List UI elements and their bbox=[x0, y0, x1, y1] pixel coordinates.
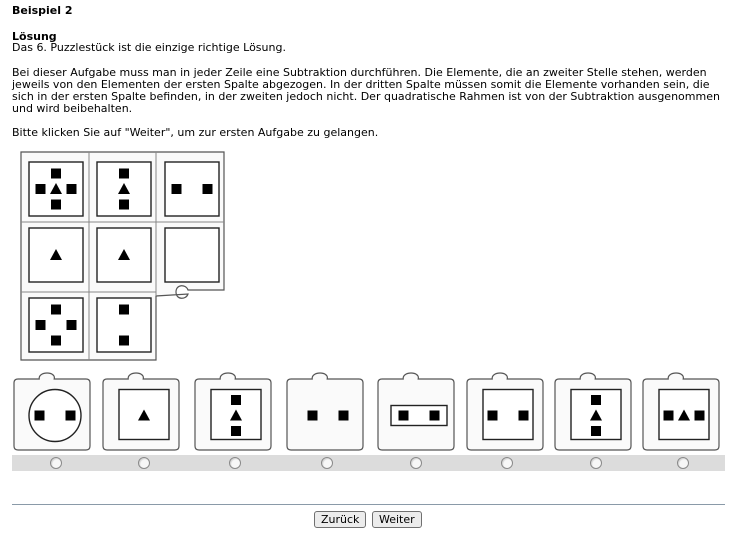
square-shape bbox=[51, 304, 61, 315]
footer-divider bbox=[12, 504, 725, 505]
cell-frame bbox=[164, 227, 220, 283]
option-4-piece bbox=[286, 372, 364, 451]
option-4-radio[interactable] bbox=[321, 457, 333, 469]
square-shape bbox=[518, 410, 529, 421]
option-6-radio[interactable] bbox=[501, 457, 513, 469]
square-shape bbox=[66, 320, 77, 330]
square-shape bbox=[171, 184, 182, 194]
square-shape bbox=[591, 395, 601, 405]
matrix-cell-1-2 bbox=[96, 161, 152, 217]
matrix-cell-2-3 bbox=[164, 227, 220, 283]
square-shape bbox=[231, 426, 241, 436]
square-shape bbox=[231, 395, 241, 405]
matrix-cell-3-2 bbox=[96, 297, 152, 353]
square-shape bbox=[119, 304, 129, 315]
option-5-piece bbox=[377, 372, 455, 451]
square-shape bbox=[694, 410, 705, 421]
matrix-cell-3-1 bbox=[28, 297, 84, 353]
square-shape bbox=[591, 426, 601, 436]
back-button[interactable]: Zurück bbox=[314, 511, 367, 528]
puzzle-svg bbox=[13, 151, 720, 451]
option-8-radio[interactable] bbox=[677, 457, 689, 469]
answer-options bbox=[13, 372, 720, 451]
square-shape bbox=[66, 184, 77, 194]
option-5-radio[interactable] bbox=[410, 457, 422, 469]
square-shape bbox=[35, 184, 46, 194]
option-1-radio[interactable] bbox=[50, 457, 62, 469]
square-shape bbox=[65, 410, 76, 421]
square-shape bbox=[202, 184, 213, 194]
matrix-cell-1-3 bbox=[164, 161, 220, 217]
option-7-piece bbox=[554, 372, 632, 451]
square-shape bbox=[663, 410, 674, 421]
answer-radio-bar bbox=[12, 455, 725, 471]
square-shape bbox=[119, 335, 129, 346]
square-shape bbox=[51, 335, 61, 346]
option-6-piece bbox=[466, 372, 544, 451]
square-shape bbox=[119, 168, 129, 179]
square-shape bbox=[51, 199, 61, 210]
next-button[interactable]: Weiter bbox=[372, 511, 422, 528]
square-shape bbox=[398, 410, 409, 421]
option-8-piece bbox=[642, 372, 720, 451]
option-2-piece bbox=[102, 372, 180, 451]
option-2-radio[interactable] bbox=[138, 457, 150, 469]
square-shape bbox=[307, 410, 318, 421]
option-3-radio[interactable] bbox=[229, 457, 241, 469]
square-shape bbox=[34, 410, 45, 421]
matrix-cell-1-1 bbox=[28, 161, 84, 217]
square-shape bbox=[429, 410, 440, 421]
square-shape bbox=[338, 410, 349, 421]
square-shape bbox=[487, 410, 498, 421]
matrix-cell-2-1 bbox=[28, 227, 84, 283]
puzzle-matrix bbox=[20, 151, 225, 361]
option-3-piece bbox=[194, 372, 272, 451]
square-shape bbox=[119, 199, 129, 210]
piece-outline bbox=[286, 372, 364, 451]
square-shape bbox=[51, 168, 61, 179]
option-1-piece bbox=[13, 372, 91, 451]
option-7-radio[interactable] bbox=[590, 457, 602, 469]
matrix-cell-2-2 bbox=[96, 227, 152, 283]
square-shape bbox=[35, 320, 46, 330]
